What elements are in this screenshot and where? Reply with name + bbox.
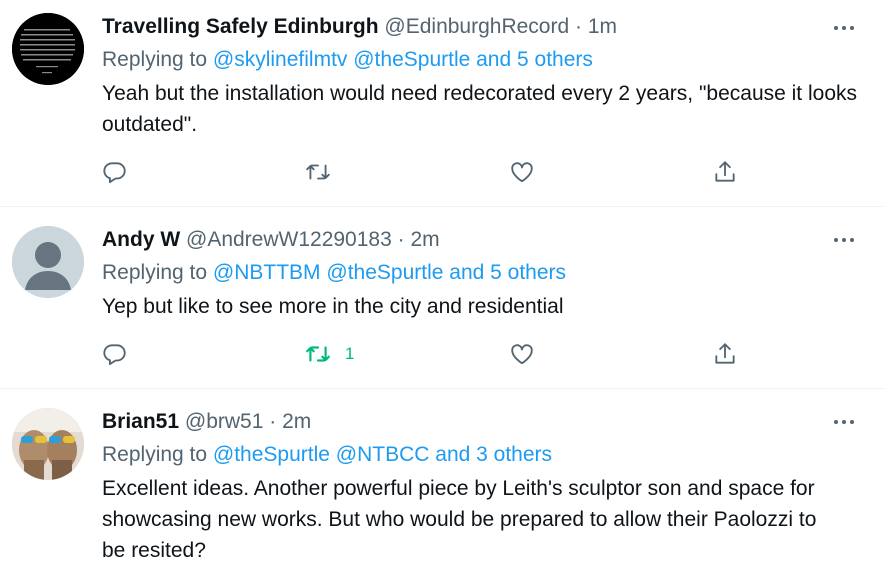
- replying-to-link[interactable]: @skylinefilmtv @theSpurtle and 5 others: [213, 48, 593, 71]
- replying-prefix: Replying to: [102, 443, 208, 466]
- action-bar: [102, 157, 752, 187]
- like-button[interactable]: [509, 339, 535, 369]
- tweet-header: Brian51 @brw51 · 2m: [102, 408, 311, 436]
- share-button[interactable]: [712, 157, 738, 187]
- tweet-2[interactable]: Andy W @AndrewW12290183 · 2m Replying to…: [0, 207, 884, 388]
- avatar[interactable]: [12, 226, 84, 298]
- tweet-text: Yeah but the installation would need red…: [102, 82, 857, 136]
- share-button[interactable]: [712, 339, 738, 369]
- more-icon[interactable]: [834, 412, 858, 432]
- replying-prefix: Replying to: [102, 48, 208, 71]
- share-icon: [715, 343, 735, 364]
- reply-button[interactable]: [102, 157, 128, 187]
- tweet-3[interactable]: Brian51 @brw51 · 2m Replying to @theSpur…: [0, 389, 884, 568]
- handle[interactable]: @AndrewW12290183: [186, 228, 392, 251]
- more-icon[interactable]: [834, 230, 858, 250]
- reply-button[interactable]: [102, 339, 128, 369]
- replying-to: Replying to @skylinefilmtv @theSpurtle a…: [102, 46, 593, 74]
- action-bar: 1: [102, 339, 752, 369]
- replying-to-link[interactable]: @theSpurtle @NTBCC and 3 others: [213, 443, 552, 466]
- handle[interactable]: @brw51: [185, 410, 264, 433]
- replying-to: Replying to @NBTTBM @theSpurtle and 5 ot…: [102, 259, 566, 287]
- display-name[interactable]: Andy W: [102, 228, 180, 251]
- more-icon[interactable]: [834, 18, 858, 38]
- tweet-1[interactable]: Travelling Safely Edinburgh @EdinburghRe…: [0, 0, 884, 205]
- like-button[interactable]: [509, 157, 535, 187]
- reply-icon: [103, 162, 126, 183]
- like-icon: [511, 344, 533, 365]
- display-name[interactable]: Brian51: [102, 410, 179, 433]
- retweet-button[interactable]: [305, 157, 331, 187]
- tweet-text: Excellent ideas. Another powerful piece …: [102, 477, 817, 562]
- reply-icon: [103, 344, 126, 365]
- display-name[interactable]: Travelling Safely Edinburgh: [102, 15, 379, 38]
- replying-prefix: Replying to: [102, 261, 208, 284]
- retweet-count: 1: [345, 344, 355, 363]
- retweet-icon: [306, 164, 330, 180]
- retweet-icon: [306, 346, 330, 362]
- timestamp[interactable]: 2m: [282, 410, 311, 433]
- retweet-button[interactable]: 1: [305, 339, 354, 369]
- separator: ·: [269, 410, 277, 433]
- separator: ·: [575, 15, 583, 38]
- handle[interactable]: @EdinburghRecord: [384, 15, 569, 38]
- tweet-header: Andy W @AndrewW12290183 · 2m: [102, 226, 440, 254]
- like-icon: [511, 162, 533, 183]
- tweet-text: Yep but like to see more in the city and…: [102, 295, 564, 318]
- replying-to: Replying to @theSpurtle @NTBCC and 3 oth…: [102, 441, 552, 469]
- avatar[interactable]: [12, 13, 84, 85]
- avatar[interactable]: [12, 408, 84, 480]
- share-icon: [715, 161, 735, 182]
- replying-to-link[interactable]: @NBTTBM @theSpurtle and 5 others: [213, 261, 566, 284]
- timestamp[interactable]: 1m: [588, 15, 617, 38]
- separator: ·: [397, 228, 405, 251]
- tweet-header: Travelling Safely Edinburgh @EdinburghRe…: [102, 13, 617, 41]
- timestamp[interactable]: 2m: [410, 228, 439, 251]
